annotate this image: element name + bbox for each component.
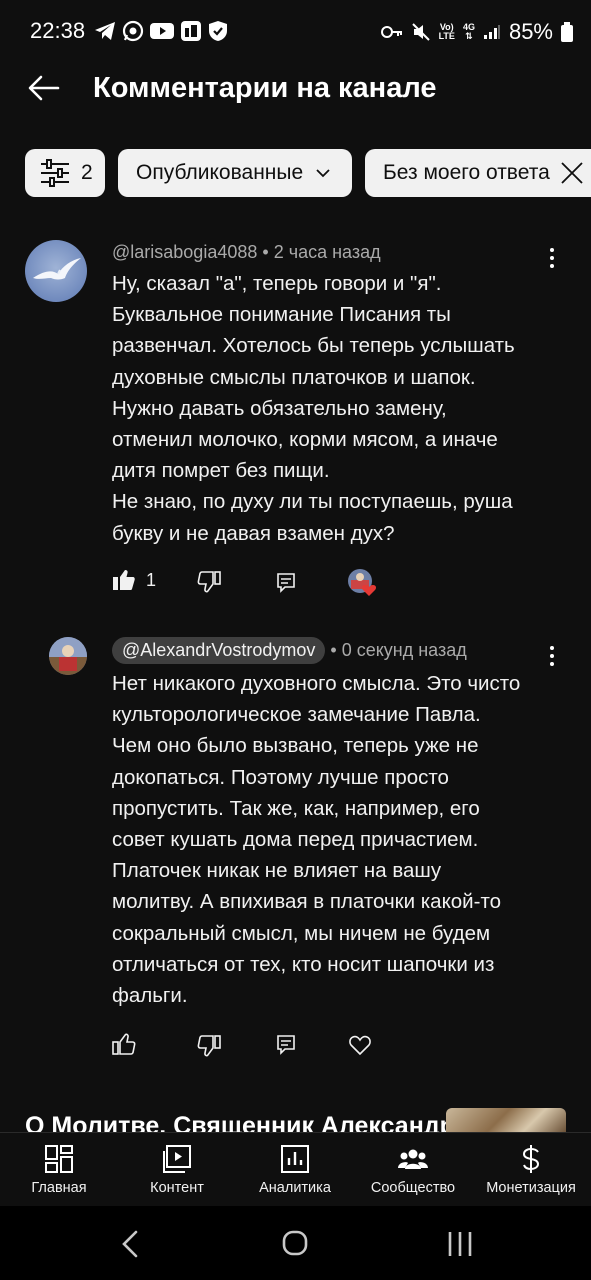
dislike-button[interactable] [197,570,221,594]
video-title[interactable]: О Молитве. Священник Александр [25,1112,455,1132]
reply-button[interactable] [276,1034,296,1056]
status-system-icons: Vo) LTE 4G ⇅ 85% [380,19,573,45]
no-reply-label: Без моего ответа [383,161,550,184]
comment-text: Ну, сказал "а", теперь говори и "я". Бук… [112,272,515,545]
nav-item-community[interactable]: Сообщество [354,1133,472,1207]
chevron-down-icon [316,169,330,178]
thumb-down-icon [197,571,221,593]
system-navigation-bar [0,1206,591,1280]
yt-studio-icon [181,21,201,41]
nav-item-content[interactable]: Контент [118,1133,236,1207]
meta-separator: • [330,640,342,660]
status-notification-icons [94,20,228,42]
comment-menu-button[interactable] [540,644,564,668]
meta-separator: • [262,242,274,262]
system-recents-button[interactable] [440,1226,480,1262]
key-icon [380,26,402,38]
reply-comment-icon [277,1035,295,1055]
system-home-button[interactable] [275,1226,315,1262]
status-time: 22:38 [30,18,86,43]
chevron-left-icon [122,1230,138,1258]
analytics-icon [281,1145,309,1173]
whatsapp-icon [122,20,144,42]
avatar[interactable] [25,240,87,302]
app-header: Комментарии на канале [0,62,591,122]
reply-comment-icon [277,573,295,593]
thumb-down-icon [197,1035,221,1057]
like-count: 1 [146,569,157,590]
creator-heart-icon [348,569,377,596]
nav-label: Контент [150,1180,204,1196]
nav-item-home[interactable]: Главная [0,1133,118,1207]
creator-heart-badge[interactable] [347,568,381,598]
back-button[interactable] [26,70,66,110]
volte-icon: Vo) LTE [438,22,455,41]
comment-author[interactable]: @AlexandrVostrodymov [112,637,326,664]
video-row[interactable]: О Молитве. Священник Александр [0,1108,591,1132]
comment-time: 2 часа назад [273,242,381,262]
filter-chip[interactable]: 2 [25,149,105,197]
status-bar: 22:38 Vo) LTE 4G ⇅ 85% [0,0,591,62]
more-vert-icon [550,248,554,268]
video-thumbnail[interactable] [446,1108,566,1132]
heart-button[interactable] [348,1034,372,1056]
4g-icon: 4G ⇅ [462,22,475,41]
filter-chips: 2 Опубликованные Без моего ответа [0,148,591,200]
nav-label: Сообщество [370,1180,456,1196]
seagull-icon [33,258,81,280]
bottom-navigation: Главная Контент Аналитика Сообщество Мон… [0,1132,591,1206]
system-back-button[interactable] [110,1226,150,1262]
comment-reply: @AlexandrVostrodymov • 0 секунд назад Не… [0,636,591,1066]
like-button[interactable] [112,1032,136,1056]
nav-label: Монетизация [486,1180,576,1196]
recents-icon [448,1232,472,1256]
like-button[interactable]: 1 [112,568,156,592]
reply-button[interactable] [276,572,296,594]
sliders-icon [41,159,69,187]
published-label: Опубликованные [136,161,304,184]
mute-icon [411,23,430,41]
battery-percent: 85% [508,19,553,44]
comment-author[interactable]: @larisabogia4088 [112,242,257,262]
filter-count: 2 [81,161,93,184]
nav-label: Аналитика [259,1180,331,1196]
nav-item-analytics[interactable]: Аналитика [236,1133,354,1207]
avatar[interactable] [49,637,87,675]
comment-item: @larisabogia4088 • 2 часа назад Ну, сказ… [0,238,591,608]
dislike-button[interactable] [197,1034,221,1058]
dashboard-icon [45,1145,73,1173]
youtube-icon [150,23,174,39]
comment-meta: @larisabogia4088 • 2 часа назад [112,242,381,263]
nav-item-monetization[interactable]: Монетизация [472,1133,590,1207]
close-icon[interactable] [560,161,584,185]
thumb-up-filled-icon [113,570,135,590]
telegram-icon [95,22,115,40]
nav-label: Главная [31,1180,87,1196]
comment-meta: @AlexandrVostrodymov • 0 секунд назад [112,637,467,664]
comment-time: 0 секунд назад [341,640,467,660]
content-icon [163,1145,191,1173]
dollar-icon [522,1145,540,1173]
community-icon [398,1149,428,1169]
comment-menu-button[interactable] [540,246,564,270]
signal-icon [483,25,500,39]
shield-icon [209,21,227,41]
thumb-up-icon [112,1033,136,1055]
battery-icon [561,22,573,42]
page-title: Комментарии на канале [93,72,437,104]
published-dropdown[interactable]: Опубликованные [118,149,352,197]
channel-avatar-image [49,637,87,675]
arrow-left-icon [28,75,60,101]
comment-text: Нет никакого духовного смысла. Это чисто… [112,672,521,1008]
home-circle-icon [282,1230,308,1256]
no-reply-chip[interactable]: Без моего ответа [365,149,591,197]
more-vert-icon [550,646,554,666]
heart-outline-icon [349,1035,371,1056]
